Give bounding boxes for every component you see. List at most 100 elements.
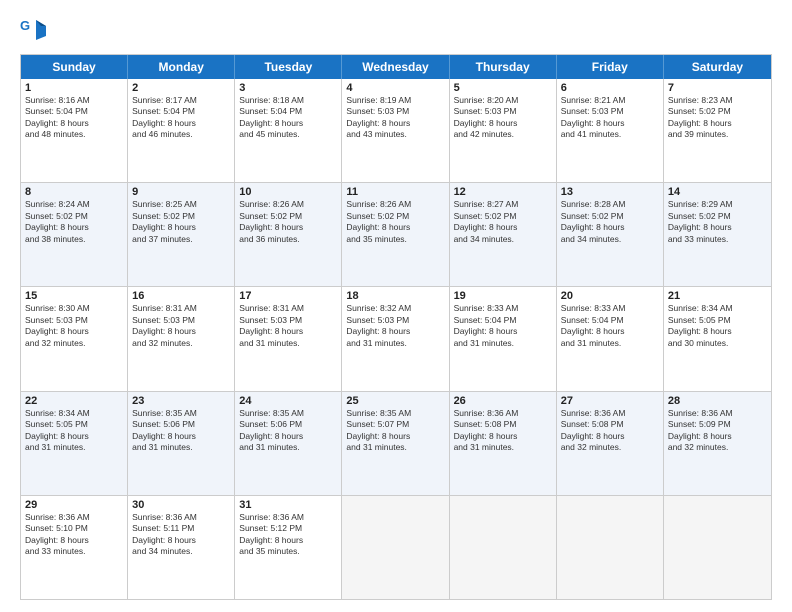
day-number: 22	[25, 395, 123, 407]
day-number: 15	[25, 290, 123, 302]
cell-info: Sunrise: 8:31 AMSunset: 5:03 PMDaylight:…	[239, 303, 337, 349]
day-cell-7: 7Sunrise: 8:23 AMSunset: 5:02 PMDaylight…	[664, 79, 771, 182]
day-number: 6	[561, 82, 659, 94]
day-number: 16	[132, 290, 230, 302]
day-cell-5: 5Sunrise: 8:20 AMSunset: 5:03 PMDaylight…	[450, 79, 557, 182]
header-day-monday: Monday	[128, 55, 235, 79]
empty-cell	[342, 496, 449, 599]
page: G SundayMondayTuesdayWednesdayThursdayFr…	[0, 0, 792, 612]
day-cell-10: 10Sunrise: 8:26 AMSunset: 5:02 PMDayligh…	[235, 183, 342, 286]
cell-info: Sunrise: 8:30 AMSunset: 5:03 PMDaylight:…	[25, 303, 123, 349]
calendar-row-5: 29Sunrise: 8:36 AMSunset: 5:10 PMDayligh…	[21, 496, 771, 599]
header-day-sunday: Sunday	[21, 55, 128, 79]
day-number: 1	[25, 82, 123, 94]
day-cell-20: 20Sunrise: 8:33 AMSunset: 5:04 PMDayligh…	[557, 287, 664, 390]
day-cell-26: 26Sunrise: 8:36 AMSunset: 5:08 PMDayligh…	[450, 392, 557, 495]
day-number: 17	[239, 290, 337, 302]
day-cell-6: 6Sunrise: 8:21 AMSunset: 5:03 PMDaylight…	[557, 79, 664, 182]
day-cell-3: 3Sunrise: 8:18 AMSunset: 5:04 PMDaylight…	[235, 79, 342, 182]
cell-info: Sunrise: 8:32 AMSunset: 5:03 PMDaylight:…	[346, 303, 444, 349]
cell-info: Sunrise: 8:19 AMSunset: 5:03 PMDaylight:…	[346, 95, 444, 141]
header-day-thursday: Thursday	[450, 55, 557, 79]
cell-info: Sunrise: 8:16 AMSunset: 5:04 PMDaylight:…	[25, 95, 123, 141]
day-cell-29: 29Sunrise: 8:36 AMSunset: 5:10 PMDayligh…	[21, 496, 128, 599]
day-cell-21: 21Sunrise: 8:34 AMSunset: 5:05 PMDayligh…	[664, 287, 771, 390]
day-cell-30: 30Sunrise: 8:36 AMSunset: 5:11 PMDayligh…	[128, 496, 235, 599]
day-cell-24: 24Sunrise: 8:35 AMSunset: 5:06 PMDayligh…	[235, 392, 342, 495]
cell-info: Sunrise: 8:25 AMSunset: 5:02 PMDaylight:…	[132, 199, 230, 245]
day-number: 20	[561, 290, 659, 302]
day-cell-2: 2Sunrise: 8:17 AMSunset: 5:04 PMDaylight…	[128, 79, 235, 182]
day-cell-9: 9Sunrise: 8:25 AMSunset: 5:02 PMDaylight…	[128, 183, 235, 286]
day-number: 11	[346, 186, 444, 198]
day-number: 27	[561, 395, 659, 407]
cell-info: Sunrise: 8:33 AMSunset: 5:04 PMDaylight:…	[561, 303, 659, 349]
day-number: 13	[561, 186, 659, 198]
cell-info: Sunrise: 8:28 AMSunset: 5:02 PMDaylight:…	[561, 199, 659, 245]
header-day-wednesday: Wednesday	[342, 55, 449, 79]
cell-info: Sunrise: 8:35 AMSunset: 5:07 PMDaylight:…	[346, 408, 444, 454]
logo-icon: G	[20, 16, 48, 44]
cell-info: Sunrise: 8:20 AMSunset: 5:03 PMDaylight:…	[454, 95, 552, 141]
calendar: SundayMondayTuesdayWednesdayThursdayFrid…	[20, 54, 772, 600]
cell-info: Sunrise: 8:26 AMSunset: 5:02 PMDaylight:…	[346, 199, 444, 245]
svg-text:G: G	[20, 18, 30, 33]
day-number: 12	[454, 186, 552, 198]
cell-info: Sunrise: 8:21 AMSunset: 5:03 PMDaylight:…	[561, 95, 659, 141]
day-number: 23	[132, 395, 230, 407]
day-cell-14: 14Sunrise: 8:29 AMSunset: 5:02 PMDayligh…	[664, 183, 771, 286]
day-cell-22: 22Sunrise: 8:34 AMSunset: 5:05 PMDayligh…	[21, 392, 128, 495]
calendar-row-4: 22Sunrise: 8:34 AMSunset: 5:05 PMDayligh…	[21, 392, 771, 496]
cell-info: Sunrise: 8:31 AMSunset: 5:03 PMDaylight:…	[132, 303, 230, 349]
day-cell-17: 17Sunrise: 8:31 AMSunset: 5:03 PMDayligh…	[235, 287, 342, 390]
calendar-row-1: 1Sunrise: 8:16 AMSunset: 5:04 PMDaylight…	[21, 79, 771, 183]
day-cell-28: 28Sunrise: 8:36 AMSunset: 5:09 PMDayligh…	[664, 392, 771, 495]
cell-info: Sunrise: 8:36 AMSunset: 5:10 PMDaylight:…	[25, 512, 123, 558]
day-number: 7	[668, 82, 767, 94]
cell-info: Sunrise: 8:23 AMSunset: 5:02 PMDaylight:…	[668, 95, 767, 141]
day-number: 25	[346, 395, 444, 407]
day-number: 18	[346, 290, 444, 302]
day-number: 21	[668, 290, 767, 302]
cell-info: Sunrise: 8:34 AMSunset: 5:05 PMDaylight:…	[25, 408, 123, 454]
cell-info: Sunrise: 8:27 AMSunset: 5:02 PMDaylight:…	[454, 199, 552, 245]
day-number: 10	[239, 186, 337, 198]
day-number: 9	[132, 186, 230, 198]
day-cell-4: 4Sunrise: 8:19 AMSunset: 5:03 PMDaylight…	[342, 79, 449, 182]
calendar-header: SundayMondayTuesdayWednesdayThursdayFrid…	[21, 55, 771, 79]
cell-info: Sunrise: 8:26 AMSunset: 5:02 PMDaylight:…	[239, 199, 337, 245]
cell-info: Sunrise: 8:35 AMSunset: 5:06 PMDaylight:…	[239, 408, 337, 454]
cell-info: Sunrise: 8:24 AMSunset: 5:02 PMDaylight:…	[25, 199, 123, 245]
cell-info: Sunrise: 8:36 AMSunset: 5:08 PMDaylight:…	[561, 408, 659, 454]
day-number: 8	[25, 186, 123, 198]
day-cell-11: 11Sunrise: 8:26 AMSunset: 5:02 PMDayligh…	[342, 183, 449, 286]
day-number: 2	[132, 82, 230, 94]
day-number: 31	[239, 499, 337, 511]
day-number: 30	[132, 499, 230, 511]
day-number: 4	[346, 82, 444, 94]
header-day-saturday: Saturday	[664, 55, 771, 79]
day-number: 24	[239, 395, 337, 407]
cell-info: Sunrise: 8:34 AMSunset: 5:05 PMDaylight:…	[668, 303, 767, 349]
cell-info: Sunrise: 8:36 AMSunset: 5:12 PMDaylight:…	[239, 512, 337, 558]
day-cell-1: 1Sunrise: 8:16 AMSunset: 5:04 PMDaylight…	[21, 79, 128, 182]
day-cell-12: 12Sunrise: 8:27 AMSunset: 5:02 PMDayligh…	[450, 183, 557, 286]
day-cell-15: 15Sunrise: 8:30 AMSunset: 5:03 PMDayligh…	[21, 287, 128, 390]
cell-info: Sunrise: 8:17 AMSunset: 5:04 PMDaylight:…	[132, 95, 230, 141]
day-number: 14	[668, 186, 767, 198]
day-cell-16: 16Sunrise: 8:31 AMSunset: 5:03 PMDayligh…	[128, 287, 235, 390]
day-number: 5	[454, 82, 552, 94]
logo: G	[20, 16, 52, 44]
empty-cell	[450, 496, 557, 599]
header-day-tuesday: Tuesday	[235, 55, 342, 79]
day-cell-27: 27Sunrise: 8:36 AMSunset: 5:08 PMDayligh…	[557, 392, 664, 495]
header-day-friday: Friday	[557, 55, 664, 79]
day-cell-31: 31Sunrise: 8:36 AMSunset: 5:12 PMDayligh…	[235, 496, 342, 599]
header: G	[20, 16, 772, 44]
cell-info: Sunrise: 8:36 AMSunset: 5:09 PMDaylight:…	[668, 408, 767, 454]
day-cell-23: 23Sunrise: 8:35 AMSunset: 5:06 PMDayligh…	[128, 392, 235, 495]
empty-cell	[557, 496, 664, 599]
day-number: 3	[239, 82, 337, 94]
calendar-row-2: 8Sunrise: 8:24 AMSunset: 5:02 PMDaylight…	[21, 183, 771, 287]
empty-cell	[664, 496, 771, 599]
